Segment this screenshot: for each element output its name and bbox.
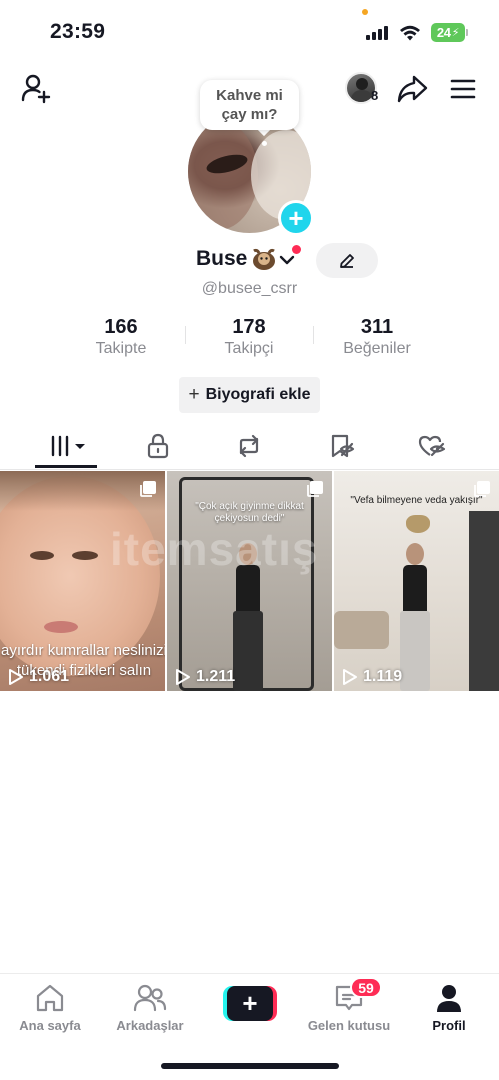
plus-icon: + — [227, 986, 273, 1021]
play-icon — [343, 669, 357, 685]
followers-label: Takipçi — [224, 340, 274, 357]
create-button[interactable]: + — [223, 986, 277, 1021]
saved-hidden-icon — [331, 434, 355, 458]
likes-label: Beğeniler — [343, 340, 411, 357]
tab-saved[interactable] — [310, 422, 372, 470]
account-switch-chevron-icon[interactable] — [279, 254, 295, 266]
menu-icon[interactable] — [450, 78, 476, 100]
video-thumbnail[interactable]: "Çok açık giyinme dikkat çekiyosun dedi"… — [167, 471, 332, 691]
add-bio-label: Biyografi ekle — [205, 386, 311, 403]
stat-followers[interactable]: 178 Takipçi — [184, 315, 314, 359]
multi-photo-icon — [140, 481, 156, 497]
privacy-indicator-dot — [362, 9, 368, 15]
stat-following[interactable]: 166 Takipte — [56, 315, 186, 359]
status-bar: 23:59 24 ⚡ — [0, 0, 499, 64]
wifi-icon — [400, 25, 420, 41]
video-caption: "Vefa bilmeyene veda yakışır" — [350, 495, 483, 506]
video-caption: "Çok açık giyinme dikkat çekiyosun dedi" — [195, 501, 304, 524]
username: @busee_csrr — [201, 280, 298, 297]
multi-photo-icon — [307, 481, 323, 497]
friends-icon — [133, 984, 167, 1012]
video-thumbnail[interactable]: "Vefa bilmeyene veda yakışır" 1.119 — [334, 471, 499, 691]
stat-likes[interactable]: 311 Beğeniler — [312, 315, 442, 359]
likes-count: 311 — [360, 316, 394, 338]
active-tab-indicator — [35, 465, 97, 468]
add-story-button[interactable]: + — [278, 200, 314, 236]
tab-private[interactable] — [127, 422, 189, 470]
note-bubble[interactable]: Kahve mi çay mı? — [200, 80, 299, 130]
signal-icon — [366, 26, 390, 40]
status-time: 23:59 — [50, 20, 106, 43]
tab-videos[interactable] — [35, 422, 97, 470]
nav-inbox[interactable]: Gelen kutusu — [299, 982, 399, 1033]
profile-name[interactable]: Buse — [196, 247, 247, 271]
repost-icon — [239, 434, 259, 458]
battery-level: 24 — [436, 25, 451, 40]
add-bio-button[interactable]: + Biyografi ekle — [179, 377, 320, 413]
profile-icon — [437, 985, 461, 1012]
notification-dot — [292, 245, 301, 254]
liked-hidden-icon — [418, 435, 446, 457]
nav-friends[interactable]: Arkadaşlar — [100, 982, 200, 1033]
pencil-icon — [340, 253, 354, 268]
lock-icon — [147, 433, 169, 459]
nav-profile[interactable]: Profil — [399, 982, 499, 1033]
note-line-1: Kahve mi — [216, 87, 283, 104]
following-label: Takipte — [95, 340, 147, 357]
tab-liked[interactable] — [401, 422, 463, 470]
nav-home[interactable]: Ana sayfa — [0, 982, 100, 1033]
add-friend-icon[interactable] — [20, 72, 52, 104]
story-count: 8 — [371, 88, 379, 103]
video-thumbnail[interactable]: ayırdır kumrallar neslinizi tükendi fizi… — [0, 471, 165, 691]
battery-cap — [466, 29, 468, 36]
note-line-2: çay mı? — [221, 106, 278, 123]
sloth-emoji-icon — [253, 248, 275, 270]
plus-icon: + — [188, 384, 200, 405]
edit-profile-button[interactable] — [316, 243, 378, 278]
grid-icon — [49, 435, 85, 457]
content-tabs — [0, 422, 499, 470]
home-indicator — [161, 1063, 339, 1069]
play-icon — [9, 669, 23, 685]
note-bubble-dot — [262, 141, 267, 146]
battery-icon: 24 ⚡ — [431, 23, 465, 42]
followers-count: 178 — [232, 316, 266, 338]
video-grid: ayırdır kumrallar neslinizi tükendi fizi… — [0, 471, 499, 691]
following-count: 166 — [104, 316, 138, 338]
tab-reposts[interactable] — [218, 422, 280, 470]
inbox-badge: 59 — [350, 977, 382, 998]
home-icon — [36, 984, 64, 1012]
view-count: 1.061 — [8, 668, 69, 686]
share-icon[interactable] — [396, 74, 428, 104]
view-count: 1.211 — [175, 668, 235, 686]
view-count: 1.119 — [342, 668, 402, 686]
play-icon — [176, 669, 190, 685]
